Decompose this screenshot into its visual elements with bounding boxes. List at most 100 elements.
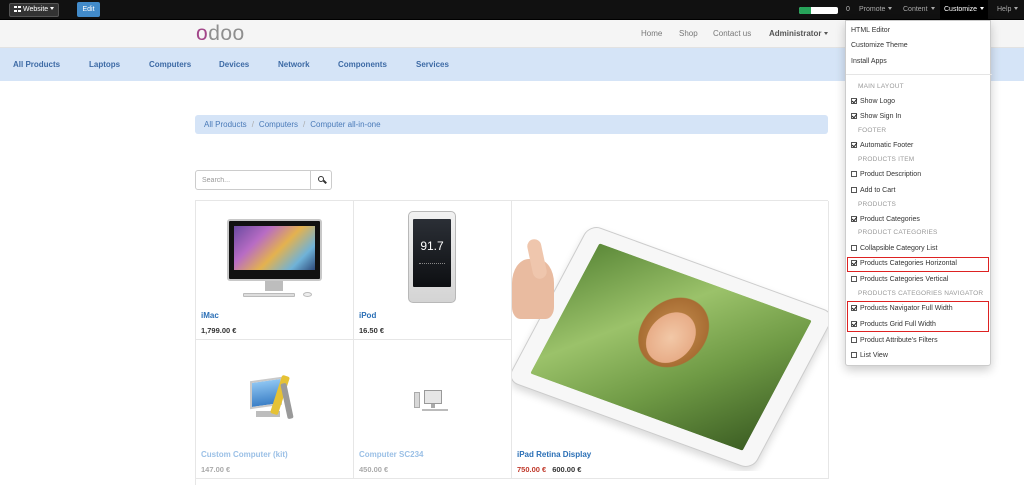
counter-badge: 0 (846, 6, 850, 13)
product-card-custom-computer[interactable]: Custom Computer (kit) 147.00 € (196, 340, 354, 479)
breadcrumb-computer-all-in-one[interactable]: Computer all-in-one (310, 120, 380, 129)
category-services[interactable]: Services (416, 48, 449, 81)
option-label: Product Attribute's Filters (860, 337, 938, 344)
help-menu-label: Help (997, 6, 1012, 13)
checkbox-icon (851, 142, 857, 148)
product-old-price: 750.00 € (517, 465, 547, 474)
promote-menu[interactable]: Promote (855, 0, 896, 20)
menu-customize-theme[interactable]: Customize Theme (846, 39, 992, 53)
product-card-ipad-retina[interactable]: iPad Retina Display 750.00 € 600.00 € (512, 201, 829, 479)
option-label: Products Categories Vertical (860, 276, 949, 283)
checkbox-icon (851, 321, 857, 327)
ipod-screen-text: 91.7 (420, 239, 444, 253)
option-automatic-footer[interactable]: Automatic Footer (846, 139, 992, 153)
breadcrumb: All Products / Computers / Computer all-in-o… (195, 115, 828, 134)
checkbox-icon (851, 113, 857, 119)
chevron-down-icon (50, 7, 55, 10)
section-product-categories: PRODUCT CATEGORIES (858, 229, 938, 236)
product-name[interactable]: iPod (359, 311, 376, 320)
product-name[interactable]: Custom Computer (kit) (201, 450, 288, 459)
option-product-description[interactable]: Product Description (846, 168, 992, 182)
option-product-categories[interactable]: Product Categories (846, 213, 992, 227)
checkbox-icon (851, 276, 857, 282)
option-label: Product Description (860, 171, 922, 178)
ipad-image (512, 201, 828, 471)
imac-image (227, 219, 322, 299)
product-card-ipod[interactable]: 91.7 iPod 16.50 € (354, 201, 512, 340)
chevron-down-icon (930, 7, 935, 10)
website-menu-button[interactable]: Website (9, 3, 60, 17)
section-main-layout: MAIN LAYOUT (858, 83, 904, 90)
logo-rest: doo (208, 22, 245, 45)
promote-menu-label: Promote (859, 6, 886, 13)
computer-sc234-image (412, 388, 452, 412)
option-show-sign-in[interactable]: Show Sign In (846, 110, 992, 124)
option-list-view[interactable]: List View (846, 349, 992, 363)
checkbox-icon (851, 98, 857, 104)
breadcrumb-separator: / (303, 120, 306, 129)
section-products-item: PRODUCTS ITEM (858, 156, 915, 163)
menu-html-editor[interactable]: HTML Editor (846, 24, 992, 38)
content-menu[interactable]: Content (899, 0, 939, 20)
product-name[interactable]: iMac (201, 311, 219, 320)
option-label: Products Navigator Full Width (860, 305, 953, 312)
ipod-image: 91.7 (408, 211, 456, 303)
option-show-logo[interactable]: Show Logo (846, 95, 992, 109)
product-card-imac[interactable]: iMac 1,799.00 € (196, 201, 354, 340)
category-all-products[interactable]: All Products (13, 48, 60, 81)
option-collapsible-category-list[interactable]: Collapsible Category List (846, 242, 992, 256)
custom-computer-image (250, 374, 298, 423)
product-price: 1,799.00 € (201, 326, 237, 335)
search-button[interactable] (310, 170, 332, 190)
product-card-computer-sc234[interactable]: Computer SC234 450.00 € (354, 340, 512, 479)
odoo-logo[interactable]: odoo (196, 23, 245, 45)
category-components[interactable]: Components (338, 48, 387, 81)
nav-contact-us[interactable]: Contact us (713, 20, 751, 48)
breadcrumb-computers[interactable]: Computers (259, 120, 298, 129)
nav-administrator[interactable]: Administrator (769, 20, 829, 48)
logo-first-letter: o (196, 22, 209, 45)
category-laptops[interactable]: Laptops (89, 48, 120, 81)
customize-menu[interactable]: Customize (940, 0, 989, 20)
chevron-down-icon (824, 32, 829, 35)
category-network[interactable]: Network (278, 48, 310, 81)
menu-install-apps[interactable]: Install Apps (846, 55, 992, 69)
option-label: Automatic Footer (860, 142, 914, 149)
product-name[interactable]: Computer SC234 (359, 450, 423, 459)
breadcrumb-separator: / (251, 120, 254, 129)
progress-bar-fill (799, 7, 811, 14)
product-price: 450.00 € (359, 465, 389, 474)
admin-topbar: Website Edit 0 Promote Content Customize… (0, 0, 1024, 20)
customize-dropdown: HTML Editor Customize Theme Install Apps… (845, 20, 992, 366)
progress-bar (799, 7, 838, 14)
content-menu-label: Content (903, 6, 928, 13)
nav-shop[interactable]: Shop (679, 20, 698, 48)
option-label: Products Categories Horizontal (860, 260, 957, 267)
section-footer: FOOTER (858, 127, 887, 134)
nav-home[interactable]: Home (641, 20, 662, 48)
option-product-attributes-filters[interactable]: Product Attribute's Filters (846, 334, 992, 348)
option-label: List View (860, 352, 888, 359)
section-products-categories-navigator: PRODUCTS CATEGORIES NAVIGATOR (858, 290, 984, 297)
product-grid: iMac 1,799.00 € 91.7 iPod 16.50 € iPad R… (195, 200, 829, 485)
option-label: Collapsible Category List (860, 245, 938, 252)
option-products-categories-horizontal[interactable]: Products Categories Horizontal (846, 257, 992, 271)
option-label: Show Logo (860, 98, 896, 105)
category-devices[interactable]: Devices (219, 48, 249, 81)
option-products-categories-vertical[interactable]: Products Categories Vertical (846, 273, 992, 287)
help-menu[interactable]: Help (993, 0, 1022, 20)
edit-button[interactable]: Edit (77, 2, 100, 17)
product-price: 16.50 € (359, 326, 385, 335)
option-add-to-cart[interactable]: Add to Cart (846, 184, 992, 198)
product-name[interactable]: iPad Retina Display (517, 450, 591, 459)
option-products-navigator-full-width[interactable]: Products Navigator Full Width (846, 302, 992, 316)
option-label: Add to Cart (860, 187, 896, 194)
category-computers[interactable]: Computers (149, 48, 191, 81)
product-price: 147.00 € (201, 465, 231, 474)
product-price: 600.00 € (552, 465, 582, 474)
option-products-grid-full-width[interactable]: Products Grid Full Width (846, 318, 992, 332)
checkbox-icon (851, 245, 857, 251)
search-input[interactable] (195, 170, 311, 190)
checkbox-icon (851, 305, 857, 311)
breadcrumb-all-products[interactable]: All Products (204, 120, 247, 129)
